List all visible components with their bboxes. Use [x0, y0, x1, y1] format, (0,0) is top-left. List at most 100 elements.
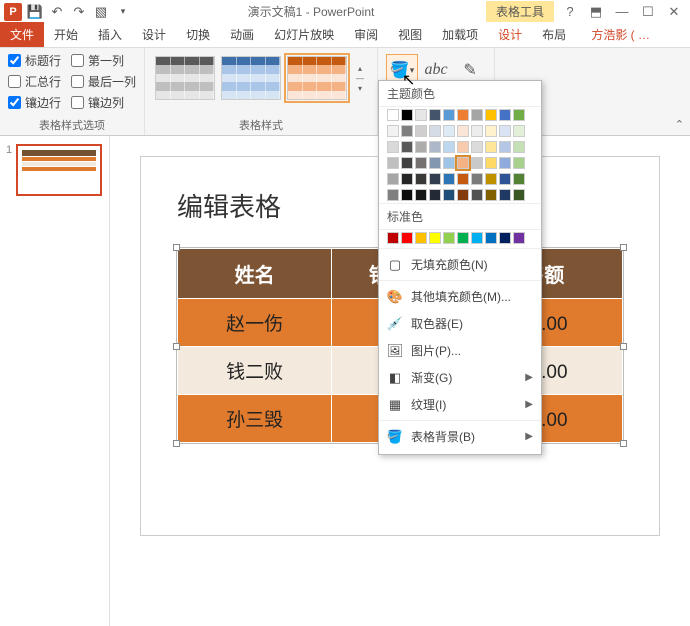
check-total-row[interactable]: 汇总行 [8, 73, 61, 90]
close-button[interactable]: ✕ [664, 4, 684, 20]
color-swatch[interactable] [457, 173, 469, 185]
tab-view[interactable]: 视图 [388, 22, 432, 47]
color-swatch[interactable] [443, 109, 455, 121]
check-banded-col[interactable]: 镶边列 [71, 94, 136, 111]
color-swatch[interactable] [485, 157, 497, 169]
table-style-2[interactable] [221, 56, 281, 100]
color-swatch[interactable] [513, 189, 525, 201]
color-swatch[interactable] [499, 141, 511, 153]
color-swatch[interactable] [513, 157, 525, 169]
color-swatch[interactable] [443, 173, 455, 185]
color-swatch[interactable] [457, 189, 469, 201]
color-swatch[interactable] [443, 157, 455, 169]
color-swatch[interactable] [415, 109, 427, 121]
selection-handle[interactable] [620, 440, 627, 447]
tab-transition[interactable]: 切换 [176, 22, 220, 47]
color-swatch[interactable] [387, 232, 399, 244]
color-swatch[interactable] [513, 173, 525, 185]
table-styles-gallery[interactable]: ▴—▾ [153, 52, 369, 104]
color-swatch[interactable] [471, 141, 483, 153]
color-swatch[interactable] [499, 125, 511, 137]
collapse-ribbon-button[interactable]: ⌃ [675, 118, 684, 131]
ribbon-options-button[interactable]: ⬒ [586, 4, 606, 20]
tab-review[interactable]: 审阅 [344, 22, 388, 47]
eyedropper-item[interactable]: 💉取色器(E) [379, 310, 541, 337]
color-swatch[interactable] [485, 173, 497, 185]
undo-button[interactable]: ↶ [48, 3, 66, 21]
tab-table-layout[interactable]: 布局 [532, 22, 576, 47]
table-style-3-selected[interactable] [287, 56, 347, 100]
color-swatch[interactable] [513, 141, 525, 153]
redo-button[interactable]: ↷ [70, 3, 88, 21]
minimize-button[interactable]: — [612, 4, 632, 20]
color-swatch[interactable] [513, 125, 525, 137]
tab-file[interactable]: 文件 [0, 22, 44, 47]
color-swatch[interactable] [457, 232, 469, 244]
table-background-item[interactable]: 🪣表格背景(B)▶ [379, 423, 541, 450]
color-swatch[interactable] [415, 141, 427, 153]
color-swatch[interactable] [471, 173, 483, 185]
color-swatch[interactable] [415, 232, 427, 244]
color-swatch[interactable] [429, 125, 441, 137]
color-swatch[interactable] [499, 157, 511, 169]
color-swatch[interactable] [457, 109, 469, 121]
check-last-col[interactable]: 最后一列 [71, 73, 136, 90]
table-style-1[interactable] [155, 56, 215, 100]
selection-handle[interactable] [620, 244, 627, 251]
maximize-button[interactable]: ☐ [638, 4, 658, 20]
gradient-fill-item[interactable]: ◧渐变(G)▶ [379, 364, 541, 391]
color-swatch[interactable] [443, 141, 455, 153]
tab-insert[interactable]: 插入 [88, 22, 132, 47]
picture-fill-item[interactable]: 🖼图片(P)... [379, 337, 541, 364]
color-swatch[interactable] [401, 189, 413, 201]
color-swatch[interactable] [429, 173, 441, 185]
color-swatch[interactable] [471, 189, 483, 201]
more-colors-item[interactable]: 🎨其他填充颜色(M)... [379, 283, 541, 310]
tab-table-design[interactable]: 设计 [488, 22, 532, 47]
color-swatch[interactable] [401, 125, 413, 137]
qat-more-button[interactable]: ▾ [114, 3, 132, 21]
color-swatch[interactable] [485, 109, 497, 121]
user-label[interactable]: 方浩影 ( … [581, 22, 658, 47]
color-swatch[interactable] [401, 109, 413, 121]
selection-handle[interactable] [173, 244, 180, 251]
color-swatch[interactable] [387, 173, 399, 185]
color-swatch[interactable] [513, 232, 525, 244]
color-swatch[interactable] [401, 173, 413, 185]
color-swatch[interactable] [429, 109, 441, 121]
color-swatch[interactable] [443, 125, 455, 137]
color-swatch[interactable] [387, 125, 399, 137]
check-first-col[interactable]: 第一列 [71, 52, 136, 69]
th-name[interactable]: 姓名 [178, 249, 332, 299]
color-swatch[interactable] [415, 189, 427, 201]
color-swatch[interactable] [387, 189, 399, 201]
start-slideshow-button[interactable]: ▧ [92, 3, 110, 21]
color-swatch[interactable] [485, 189, 497, 201]
tab-slideshow[interactable]: 幻灯片放映 [264, 22, 344, 47]
gallery-more-button[interactable]: ▴—▾ [353, 56, 367, 100]
color-swatch[interactable] [429, 189, 441, 201]
no-fill-item[interactable]: ▢无填充颜色(N) [379, 251, 541, 278]
color-swatch[interactable] [485, 125, 497, 137]
color-swatch[interactable] [401, 157, 413, 169]
color-swatch[interactable] [471, 109, 483, 121]
color-swatch[interactable] [499, 232, 511, 244]
tab-design[interactable]: 设计 [132, 22, 176, 47]
color-swatch[interactable] [429, 141, 441, 153]
color-swatch[interactable] [499, 173, 511, 185]
color-swatch[interactable] [499, 109, 511, 121]
tab-addins[interactable]: 加载项 [432, 22, 488, 47]
color-swatch[interactable] [457, 125, 469, 137]
color-swatch[interactable] [471, 125, 483, 137]
color-swatch[interactable] [443, 232, 455, 244]
check-header-row[interactable]: 标题行 [8, 52, 61, 69]
color-swatch[interactable] [471, 157, 483, 169]
selection-handle[interactable] [173, 343, 180, 350]
tab-animation[interactable]: 动画 [220, 22, 264, 47]
color-swatch[interactable] [415, 157, 427, 169]
color-swatch[interactable] [485, 141, 497, 153]
save-button[interactable]: 💾 [26, 3, 44, 21]
color-swatch[interactable] [401, 232, 413, 244]
color-swatch[interactable] [499, 189, 511, 201]
selection-handle[interactable] [173, 440, 180, 447]
